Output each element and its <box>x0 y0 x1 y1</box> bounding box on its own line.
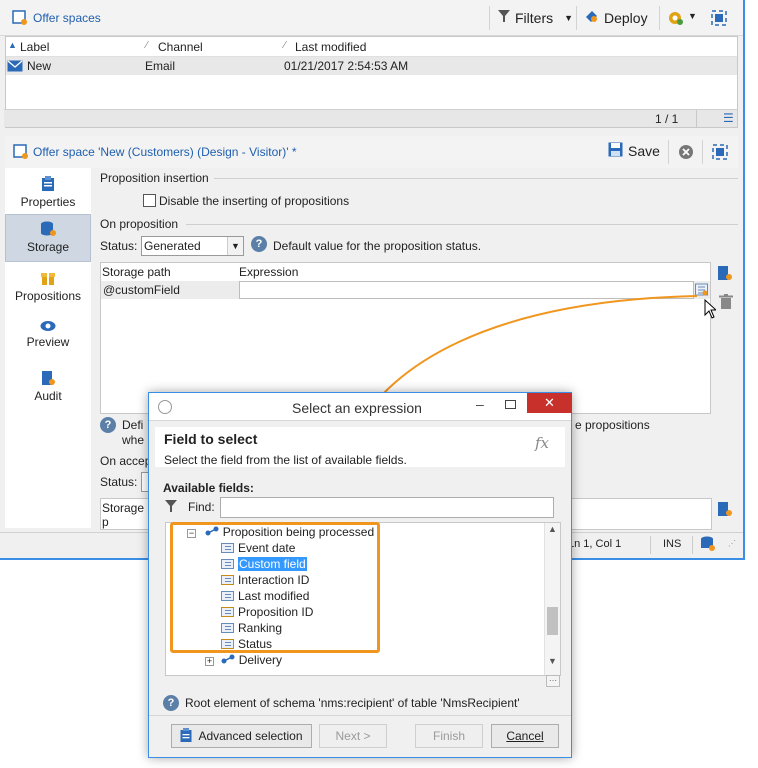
filter-icon <box>165 499 177 516</box>
scroll-thumb[interactable] <box>547 607 558 635</box>
dialog-title: Select an expression <box>292 400 422 416</box>
cancel-button[interactable]: Cancel <box>491 724 559 748</box>
link-icon <box>221 653 235 667</box>
advanced-selection-button[interactable]: Advanced selection <box>171 724 312 748</box>
highlight-box <box>170 522 380 653</box>
find-input[interactable] <box>220 497 554 518</box>
dialog-titlebar: Select an expression – ✕ <box>149 393 572 421</box>
restore-icon[interactable] <box>505 400 516 409</box>
find-label: Find: <box>188 500 215 514</box>
scroll-down-icon[interactable]: ▼ <box>548 656 557 666</box>
scroll-up-icon[interactable]: ▲ <box>548 524 557 534</box>
clipboard-icon <box>180 727 192 749</box>
schema-note: Root element of schema 'nms:recipient' o… <box>185 696 520 710</box>
tree-node-delivery[interactable]: + Delivery <box>205 652 282 668</box>
minimize-icon[interactable]: – <box>476 396 484 412</box>
tree-options-icon[interactable]: ⋯ <box>546 675 560 687</box>
app-icon <box>158 400 172 414</box>
available-fields-label: Available fields: <box>163 481 254 495</box>
field-to-select-heading: Field to select <box>164 431 258 447</box>
finish-button[interactable]: Finish <box>415 724 483 748</box>
dialog-subheading: Select the field from the list of availa… <box>164 453 407 467</box>
help-icon: ? <box>163 695 179 711</box>
expand-icon[interactable]: + <box>205 657 214 666</box>
dialog-close-button[interactable]: ✕ <box>527 393 572 413</box>
next-button[interactable]: Next > <box>319 724 387 748</box>
fx-icon: fx <box>535 434 550 452</box>
dialog-heading: Field to select Select the field from th… <box>155 427 565 467</box>
tree-scrollbar[interactable]: ▲ ▼ <box>544 523 560 675</box>
